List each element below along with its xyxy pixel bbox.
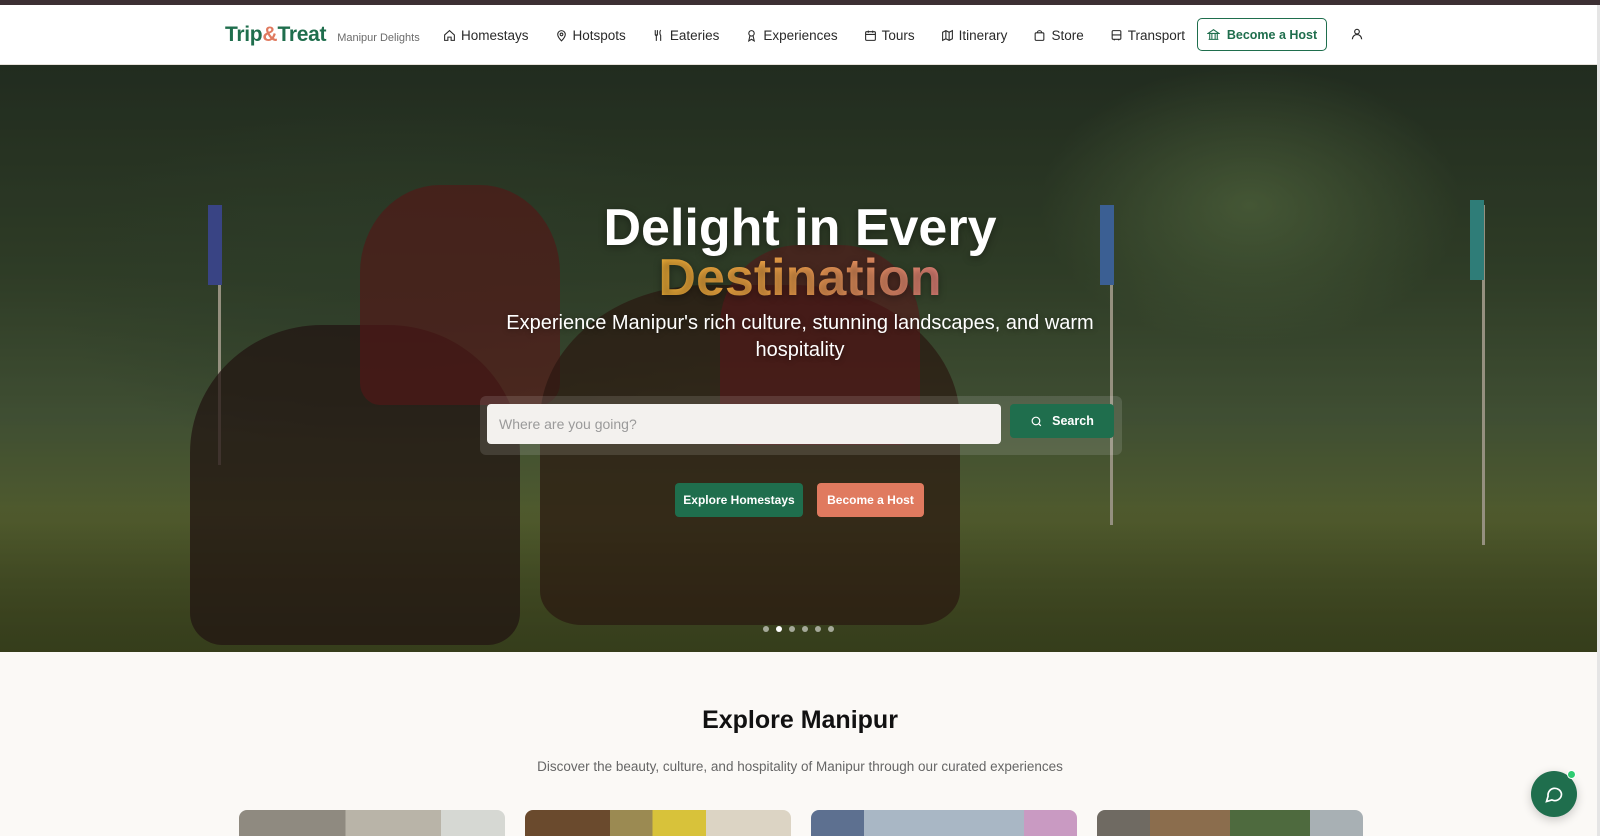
hero-banner: Delight in Every Destination Experience … bbox=[0, 65, 1600, 652]
landmark-icon bbox=[1206, 28, 1220, 40]
become-host-hero-button[interactable]: Become a Host bbox=[817, 483, 924, 517]
nav-label: Transport bbox=[1127, 27, 1185, 43]
carousel-dot[interactable] bbox=[789, 626, 795, 632]
home-icon bbox=[444, 29, 455, 41]
carousel-dot[interactable] bbox=[828, 626, 834, 632]
brand-tagline: Manipur Delights bbox=[337, 32, 420, 44]
bus-icon bbox=[1111, 29, 1122, 40]
hero-title-accent: Destination bbox=[658, 249, 942, 307]
nav-item-eateries[interactable]: Eateries bbox=[652, 27, 720, 43]
hero-subtitle: Experience Manipur's rich culture, stunn… bbox=[506, 312, 1094, 361]
explore-card-image[interactable] bbox=[525, 810, 791, 836]
explore-cards bbox=[239, 810, 1363, 836]
explore-card-image[interactable] bbox=[1097, 810, 1363, 836]
chat-online-indicator bbox=[1567, 770, 1576, 779]
nav-item-transport[interactable]: Transport bbox=[1110, 28, 1185, 43]
nav-label: Experiences bbox=[763, 27, 838, 43]
calendar-icon bbox=[864, 30, 876, 41]
carousel-indicators bbox=[763, 626, 834, 632]
nav-item-hotspots[interactable]: Hotspots bbox=[555, 28, 626, 43]
nav-label: Eateries bbox=[669, 27, 720, 43]
shopping-bag-icon bbox=[1035, 29, 1045, 41]
nav-label: Store bbox=[1051, 27, 1084, 43]
explore-homestays-button[interactable]: Explore Homestays bbox=[675, 483, 803, 517]
utensils-icon bbox=[654, 29, 662, 41]
brand-ampersand: & bbox=[262, 23, 278, 46]
nav-item-store[interactable]: Store bbox=[1033, 27, 1084, 43]
nav-label: Tours bbox=[881, 27, 915, 43]
map-icon bbox=[941, 29, 953, 41]
carousel-dot[interactable] bbox=[776, 626, 782, 632]
explore-card-image[interactable] bbox=[811, 810, 1077, 836]
nav-label: Homestays bbox=[461, 27, 529, 43]
site-header: Trip & Treat Manipur Delights Homestays Ho… bbox=[0, 5, 1600, 65]
nav-item-tours[interactable]: Tours bbox=[864, 28, 915, 43]
user-icon[interactable] bbox=[1350, 27, 1364, 41]
nav-label: Hotspots bbox=[572, 27, 626, 43]
become-host-label: Become a Host bbox=[1226, 27, 1318, 42]
destination-search-input[interactable] bbox=[487, 404, 1001, 444]
nav-item-homestays[interactable]: Homestays bbox=[443, 28, 529, 43]
nav-label: Itinerary bbox=[958, 27, 1008, 43]
search-button-label: Search bbox=[1052, 414, 1094, 428]
message-circle-icon bbox=[1545, 787, 1563, 803]
brand-name-part2: Treat bbox=[277, 23, 327, 46]
map-pin-icon bbox=[556, 29, 566, 42]
search-icon bbox=[1031, 416, 1042, 426]
award-icon bbox=[748, 29, 756, 42]
nav-item-experiences[interactable]: Experiences bbox=[745, 27, 838, 43]
hero-title: Delight in Every Destination bbox=[0, 202, 1600, 304]
explore-section-subtitle: Discover the beauty, culture, and hospit… bbox=[537, 759, 1063, 774]
carousel-dot[interactable] bbox=[802, 626, 808, 632]
brand-logo[interactable]: Trip & Treat Manipur Delights bbox=[225, 23, 420, 47]
hero-search-bar: Search bbox=[480, 396, 1122, 455]
explore-section-title: Explore Manipur bbox=[702, 706, 898, 734]
become-host-header-button[interactable]: Become a Host bbox=[1197, 18, 1327, 51]
carousel-dot[interactable] bbox=[815, 626, 821, 632]
main-nav: Homestays Hotspots Eateries Experiences … bbox=[443, 5, 1211, 65]
brand-name-part1: Trip bbox=[225, 23, 263, 46]
explore-card-image[interactable] bbox=[239, 810, 505, 836]
nav-item-itinerary[interactable]: Itinerary bbox=[941, 27, 1008, 43]
carousel-dot[interactable] bbox=[763, 626, 769, 632]
search-button[interactable]: Search bbox=[1010, 404, 1114, 438]
